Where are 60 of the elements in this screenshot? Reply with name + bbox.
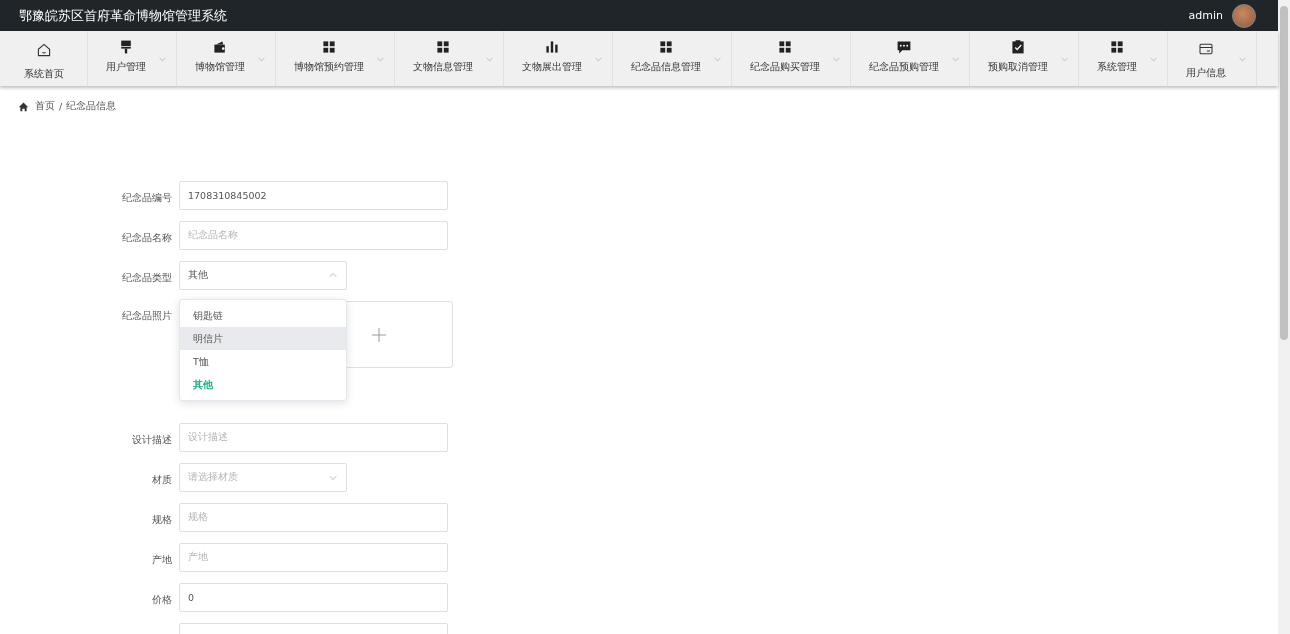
grid-icon	[777, 39, 793, 55]
breadcrumb-separator: /	[59, 101, 63, 112]
dropdown-option[interactable]: 明信片	[180, 327, 346, 350]
field-label: 产地	[152, 554, 172, 565]
nav-menu-item[interactable]: 纪念品信息管理	[613, 31, 732, 86]
nav-menu-item[interactable]: 系统首页	[0, 31, 88, 86]
chevron-icon	[485, 55, 494, 63]
nav-menu-item[interactable]: 用户管理	[88, 31, 177, 86]
bar-chart-icon	[544, 39, 560, 55]
avatar[interactable]	[1232, 3, 1256, 28]
home-icon	[35, 42, 52, 58]
nav-menu-item[interactable]: 系统管理	[1079, 31, 1168, 86]
chevron-icon	[832, 55, 841, 63]
home-icon	[18, 101, 29, 112]
select-field[interactable]: 其他	[179, 261, 347, 290]
chevron-icon	[1238, 55, 1247, 63]
chevron-icon	[376, 55, 385, 63]
field-label: 设计描述	[132, 434, 172, 445]
chevron-icon	[257, 55, 266, 63]
nav-menu-item[interactable]: 纪念品购买管理	[732, 31, 851, 86]
nav-menu-item[interactable]: 文物展出管理	[504, 31, 613, 86]
input-field[interactable]: 1708310845002	[179, 181, 448, 210]
field-label: 价格	[152, 594, 172, 605]
grid-icon	[1109, 39, 1125, 55]
nav-menu-item[interactable]: 纪念品预购管理	[851, 31, 970, 86]
wallet-icon	[212, 39, 228, 55]
nav-menu-item[interactable]: 博物馆管理	[177, 31, 276, 86]
grid-icon	[658, 39, 674, 55]
breadcrumb-link[interactable]: 首页	[35, 100, 55, 113]
card-icon	[1198, 41, 1214, 57]
breadcrumb-current: 纪念品信息	[66, 100, 117, 113]
field-label: 规格	[152, 514, 172, 525]
chevron-icon	[1149, 55, 1158, 63]
user-name: admin	[1188, 9, 1223, 22]
input-field[interactable]: 0	[179, 583, 448, 612]
nav-menu-item[interactable]: 用户信息	[1168, 31, 1257, 86]
chevron-icon	[158, 55, 167, 63]
nav-menu-item[interactable]: 博物馆预约管理	[276, 31, 395, 86]
field-label: 纪念品名称	[122, 232, 172, 243]
chat-icon	[896, 39, 912, 55]
field-label: 纪念品照片	[122, 310, 172, 321]
dropdown-option[interactable]: 钥匙链	[180, 304, 346, 327]
dropdown-option[interactable]: T恤	[180, 350, 346, 373]
nav-menu-item[interactable]: 文物信息管理	[395, 31, 504, 86]
plus-icon	[372, 327, 386, 342]
field-label: 纪念品类型	[122, 272, 172, 283]
grid-icon	[435, 39, 451, 55]
scrollbar-thumb[interactable]	[1280, 6, 1288, 340]
brush-icon	[118, 39, 134, 55]
chevron-icon	[1060, 55, 1069, 63]
clipboard-check-icon	[1010, 39, 1026, 55]
grid-icon	[321, 39, 337, 55]
field-label: 纪念品编号	[122, 192, 172, 203]
field-label: 材质	[152, 474, 172, 485]
app-title: 鄂豫皖苏区首府革命博物馆管理系统	[19, 6, 227, 25]
chevron-icon	[951, 55, 960, 63]
chevron-icon	[713, 55, 722, 63]
scrollbar[interactable]	[1278, 0, 1290, 634]
chevron-icon	[594, 55, 603, 63]
nav-menu-item[interactable]: 预购取消管理	[970, 31, 1079, 86]
